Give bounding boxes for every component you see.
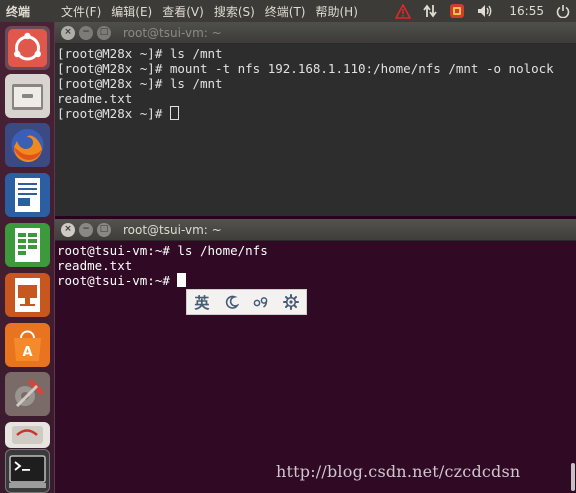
impress-icon[interactable] (5, 273, 50, 317)
terminal-line: readme.txt (57, 258, 133, 273)
top-panel: 终端 文件(F) 编辑(E) 查看(V) 搜索(S) 终端(T) 帮助(H) 1… (0, 0, 576, 22)
input-method-icon[interactable] (443, 0, 471, 22)
scrollbar[interactable] (568, 241, 576, 493)
terminal-window-2[interactable]: × − □ root@tsui-vm: ~ root@tsui-vm:~# ls… (55, 219, 576, 493)
terminal-icon[interactable] (5, 449, 50, 493)
terminal-output-1[interactable]: [root@M28x ~]# ls /mnt [root@M28x ~]# mou… (55, 44, 576, 121)
menu-bar: 文件(F) 编辑(E) 查看(V) 搜索(S) 终端(T) 帮助(H) (56, 3, 363, 20)
text-cursor (169, 106, 179, 120)
minimize-icon[interactable]: − (79, 25, 93, 40)
files-icon[interactable] (5, 74, 50, 118)
terminal-prompt: root@tsui-vm:~# (57, 273, 178, 288)
volume-icon[interactable] (471, 0, 501, 22)
writer-icon[interactable] (5, 173, 50, 217)
terminal-prompt: [root@M28x ~]# (57, 106, 170, 121)
app-name: 终端 (6, 4, 31, 19)
clock[interactable]: 16:55 (501, 4, 550, 18)
terminal-line: readme.txt (57, 91, 133, 106)
scrollbar[interactable] (566, 44, 576, 216)
menu-edit[interactable]: 编辑(E) (106, 3, 157, 20)
software-center-icon[interactable]: A (5, 323, 50, 367)
terminal-line: [root@M28x ~]# ls /mnt (57, 46, 223, 61)
menu-file[interactable]: 文件(F) (56, 3, 106, 20)
titlebar-1[interactable]: × − □ root@tsui-vm: ~ (55, 22, 576, 44)
gear-icon[interactable] (279, 291, 303, 313)
close-icon[interactable]: × (61, 222, 75, 237)
settings-icon[interactable] (5, 372, 50, 416)
window-title: root@tsui-vm: ~ (123, 25, 222, 40)
terminal-output-2[interactable]: root@tsui-vm:~# ls /home/nfs readme.txt ro… (55, 241, 576, 288)
ubuntu-dash-icon[interactable] (5, 26, 50, 70)
maximize-icon[interactable]: □ (97, 25, 111, 40)
minimize-icon[interactable]: − (79, 222, 93, 237)
text-cursor (177, 273, 187, 287)
window-title: root@tsui-vm: ~ (123, 222, 222, 237)
indicator-area: 16:55 (389, 0, 576, 22)
removable-drive-icon[interactable] (5, 422, 50, 448)
menu-help[interactable]: 帮助(H) (311, 3, 363, 20)
power-icon[interactable] (550, 0, 576, 22)
scroll-thumb[interactable] (571, 463, 575, 491)
titlebar-2[interactable]: × − □ root@tsui-vm: ~ (55, 219, 576, 241)
launcher: A (0, 22, 55, 493)
svg-text:A: A (22, 345, 32, 360)
menu-terminal[interactable]: 终端(T) (260, 3, 311, 20)
terminal-line: [root@M28x ~]# mount -t nfs 192.168.1.11… (57, 61, 554, 76)
terminal-window-1[interactable]: × − □ root@tsui-vm: ~ [root@M28x ~]# ls … (55, 22, 576, 216)
terminal-line: root@tsui-vm:~# ls /home/nfs (57, 243, 268, 258)
firefox-icon[interactable] (5, 123, 50, 167)
close-icon[interactable]: × (61, 25, 75, 40)
network-icon[interactable] (417, 0, 443, 22)
maximize-icon[interactable]: □ (97, 222, 111, 237)
menu-view[interactable]: 查看(V) (157, 3, 209, 20)
calc-icon[interactable] (5, 223, 50, 267)
watermark: http://blog.csdn.net/czcdcdsn (276, 462, 521, 481)
ime-toolbar: 英 (186, 289, 307, 315)
moon-icon[interactable] (220, 291, 244, 313)
ime-language-toggle[interactable]: 英 (190, 291, 214, 313)
menu-search[interactable]: 搜索(S) (209, 3, 260, 20)
terminal-line: [root@M28x ~]# ls /mnt (57, 76, 223, 91)
warning-icon[interactable] (389, 0, 417, 22)
punctuation-icon[interactable] (249, 291, 273, 313)
